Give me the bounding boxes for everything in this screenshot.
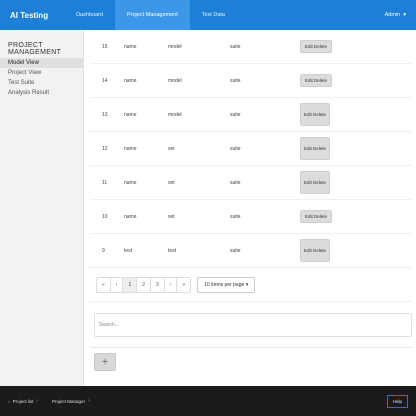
row-action-button[interactable]: Edit Delete [300, 74, 333, 87]
row-id: 12 [102, 145, 108, 152]
sidebar-item-analysis-result[interactable]: Analysis Result [0, 88, 83, 98]
table-row: 10 name set suite Edit Delete [90, 200, 412, 234]
row-name: name [124, 213, 137, 220]
row-actions: Edit Delete [300, 103, 331, 126]
sidebar-group-title: PROJECT MANAGEMENT [8, 42, 62, 56]
page-link[interactable]: » [177, 278, 190, 292]
per-page-select[interactable]: 10 items per page ▾ [197, 276, 256, 293]
user-menu[interactable]: Admin ▾ [385, 12, 406, 18]
data-table: 15 name model suite Edit Delete 14 name model su… [90, 30, 412, 268]
row-suite: suite [230, 77, 241, 84]
row-name: name [124, 179, 137, 186]
row-suite: suite [230, 111, 241, 118]
page-link[interactable]: 2 [137, 277, 152, 292]
page-link[interactable]: › [165, 277, 178, 292]
page-link[interactable]: « [97, 277, 111, 292]
row-actions: Edit Delete [300, 171, 331, 194]
row-name: name [124, 111, 137, 118]
row-suite: suite [230, 145, 241, 152]
row-action-button[interactable]: Edit Delete [300, 239, 331, 262]
add-button[interactable]: ＋ [94, 353, 116, 371]
row-name: name [124, 43, 137, 50]
row-model: test [168, 247, 177, 254]
search-placeholder: Search... [99, 321, 120, 328]
table-row: 15 name model suite Edit Delete [90, 30, 412, 64]
nav-test-data[interactable]: Test Data [190, 0, 237, 30]
brand-logo[interactable]: AI Testing [10, 11, 48, 20]
row-actions: Edit Delete [300, 239, 331, 262]
user-menu-label: Admin [384, 12, 401, 18]
row-action-button[interactable]: Edit Delete [300, 137, 331, 160]
sidebar-item-model-view[interactable]: Model View [0, 58, 83, 68]
table-row: 11 name set suite Edit Delete [90, 166, 412, 200]
chevron-icon: › [88, 398, 90, 404]
toolbar: ＋ [90, 348, 412, 376]
row-action-button[interactable]: Edit Delete [300, 210, 333, 223]
row-id: 15 [102, 43, 108, 50]
row-id: 11 [102, 179, 108, 186]
plus-icon: ＋ [101, 359, 109, 366]
pagination-bar: «‹ 1 2 3 ›» 10 items per page ▾ [90, 268, 412, 302]
row-suite: suite [230, 179, 241, 186]
row-model: model [168, 111, 182, 118]
table-row: 13 name model suite Edit Delete [90, 98, 412, 132]
sidebar-item-project-view[interactable]: Project View [0, 68, 83, 78]
row-name: name [124, 145, 137, 152]
row-action-button[interactable]: Edit Delete [300, 171, 331, 194]
row-actions: Edit Delete [300, 40, 333, 53]
page-link[interactable]: ‹ [111, 277, 124, 292]
row-suite: suite [230, 213, 241, 220]
row-model: set [168, 179, 175, 186]
search-input[interactable]: Search... [94, 312, 412, 337]
page-link[interactable]: 1 [123, 277, 138, 292]
top-navbar: AI Testing Dashboard Project Management … [0, 0, 416, 30]
row-actions: Edit Delete [300, 210, 333, 223]
row-model: set [168, 145, 175, 152]
row-name: test [124, 247, 133, 254]
row-id: 14 [102, 77, 108, 84]
row-model: set [168, 213, 175, 220]
main-content: 15 name model suite Edit Delete 14 name model su… [84, 30, 416, 386]
bottom-tab-project-manager[interactable]: Project Manager › [52, 398, 90, 404]
search-row: Search... [90, 302, 412, 348]
sidebar-item-test-suite[interactable]: Test Suite [0, 78, 83, 88]
chevron-down-icon: ▾ [245, 281, 249, 288]
per-page-label: 10 items per page [204, 281, 245, 288]
pagination: «‹ 1 2 3 ›» [96, 276, 192, 293]
page-link[interactable]: 3 [151, 277, 165, 292]
bottom-taskbar: ▫ Project list › Project Manager › Help [0, 386, 416, 416]
row-id: 13 [102, 111, 108, 118]
row-model: model [168, 43, 182, 50]
sidebar: PROJECT MANAGEMENT Model View Project Vi… [0, 30, 84, 386]
bottom-tab-label: Project list [12, 398, 34, 404]
chevron-down-icon: ▾ [403, 12, 406, 18]
row-id: 9 [102, 247, 105, 254]
table-row: 12 name set suite Edit Delete [90, 132, 412, 166]
nav-project-management[interactable]: Project Management [115, 0, 190, 30]
row-id: 10 [102, 213, 108, 220]
bottom-tab-label: Project Manager [52, 398, 86, 404]
row-action-button[interactable]: Edit Delete [300, 103, 331, 126]
chevron-icon: › [36, 398, 39, 404]
help-button[interactable]: Help [386, 394, 408, 408]
row-model: model [168, 77, 182, 84]
row-actions: Edit Delete [300, 74, 333, 87]
table-row: 14 name model suite Edit Delete [90, 64, 412, 98]
document-icon: ▫ [8, 398, 10, 404]
row-suite: suite [230, 247, 241, 254]
table-row: 9 test test suite Edit Delete [90, 234, 412, 268]
row-actions: Edit Delete [300, 137, 331, 160]
nav-dashboard[interactable]: Dashboard [64, 0, 115, 30]
row-suite: suite [230, 43, 241, 50]
bottom-tab-project-list[interactable]: ▫ Project list › [8, 398, 38, 404]
row-action-button[interactable]: Edit Delete [300, 40, 333, 53]
row-name: name [124, 77, 137, 84]
